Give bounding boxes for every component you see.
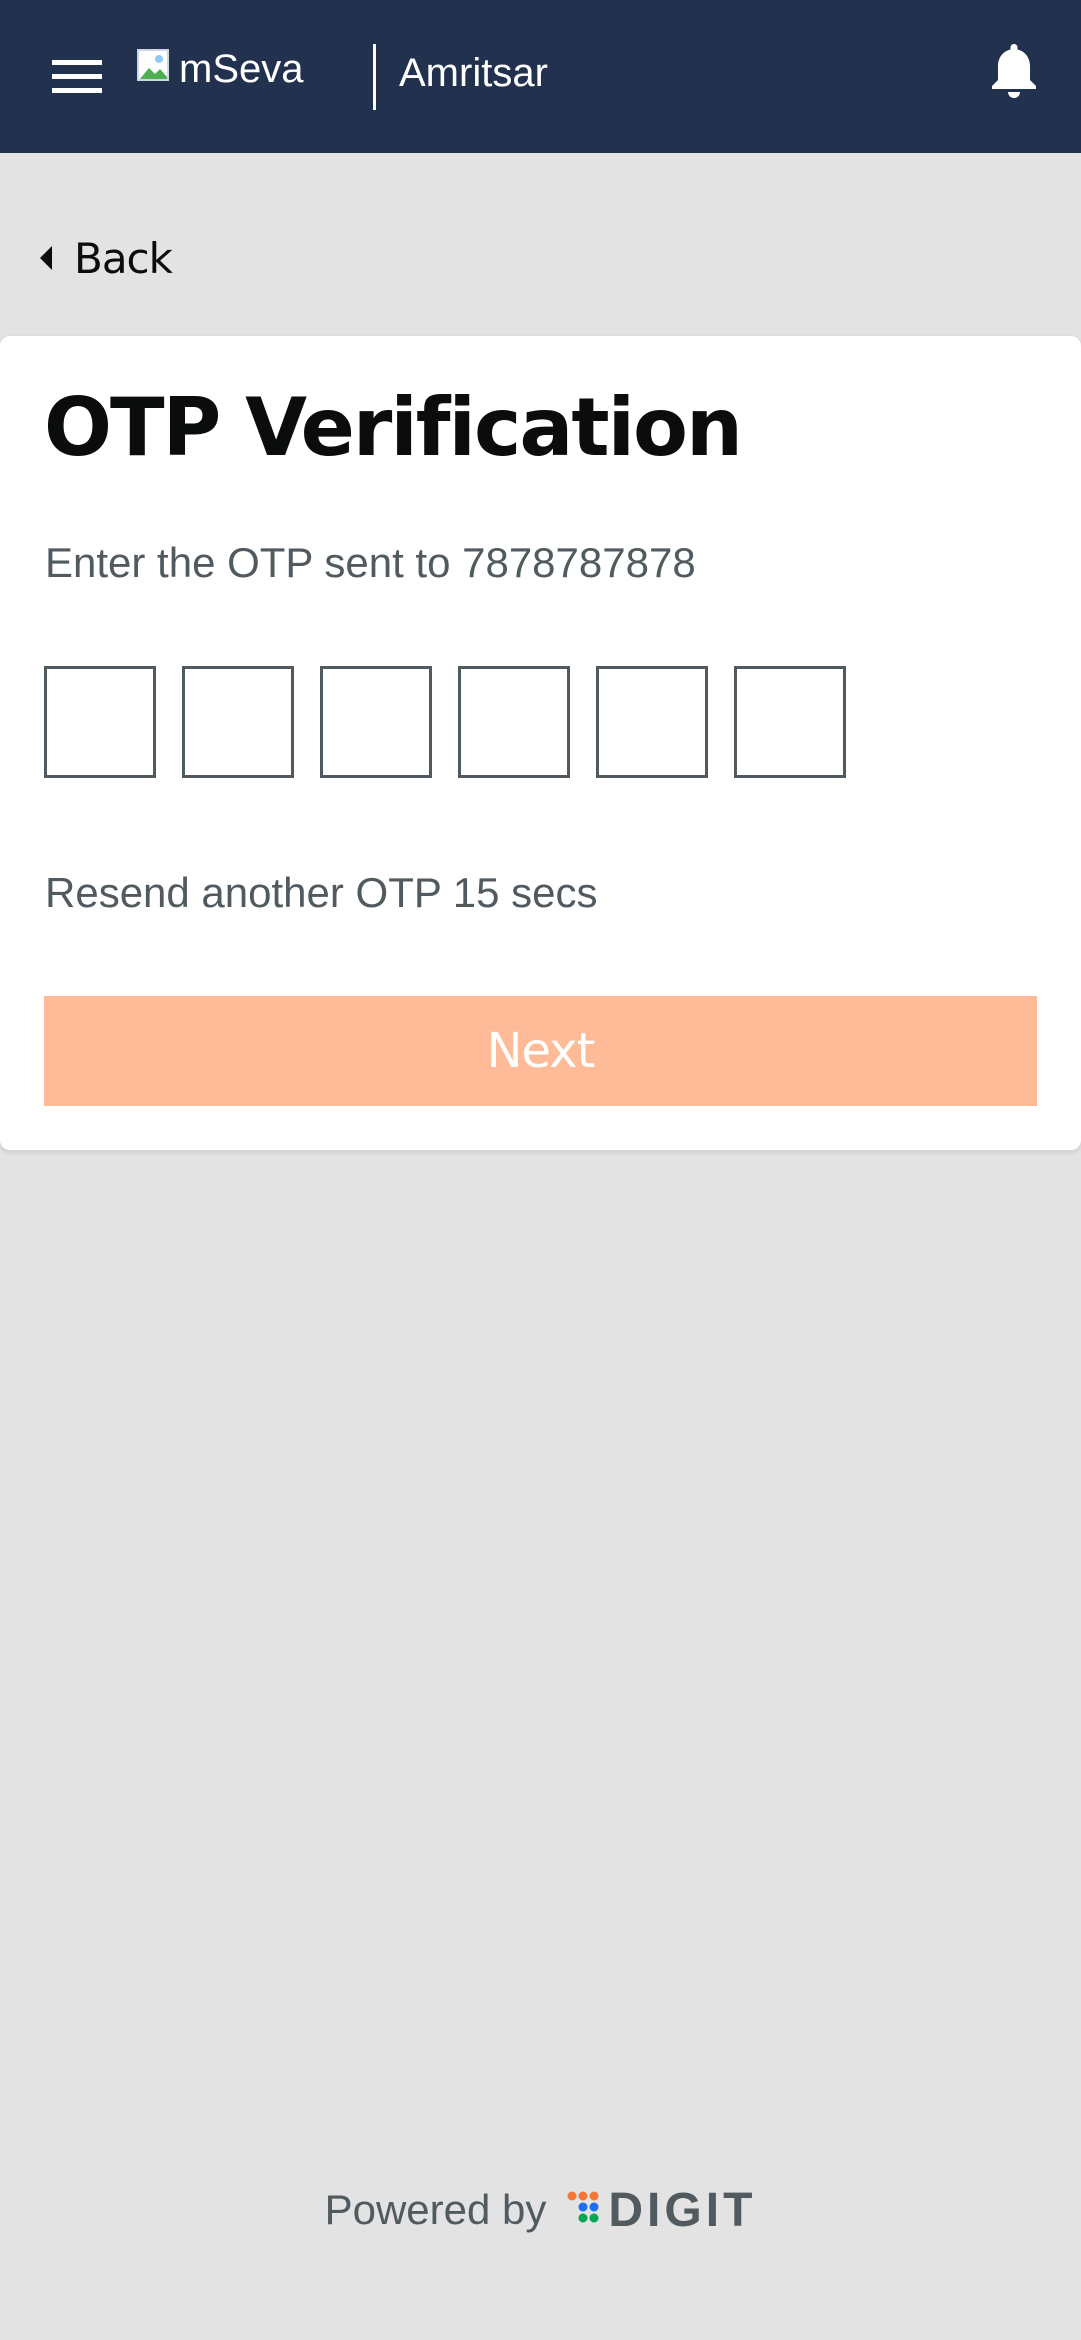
back-arrow-icon bbox=[40, 246, 52, 270]
otp-digit-input[interactable] bbox=[458, 666, 570, 778]
header-divider bbox=[373, 44, 376, 110]
next-button[interactable]: Next bbox=[44, 996, 1037, 1106]
otp-digit-input[interactable] bbox=[596, 666, 708, 778]
page-title: OTP Verification bbox=[44, 381, 743, 474]
back-label: Back bbox=[74, 233, 173, 283]
otp-digit-input[interactable] bbox=[44, 666, 156, 778]
otp-digit-input[interactable] bbox=[320, 666, 432, 778]
powered-by-label: Powered by bbox=[324, 2186, 547, 2233]
digit-brand-logo: DIGIT bbox=[608, 2183, 757, 2237]
otp-card: OTP Verification Enter the OTP sent to 7… bbox=[0, 336, 1081, 1150]
top-app-bar: mSeva Amritsar bbox=[0, 0, 1081, 153]
broken-image-icon bbox=[137, 49, 177, 89]
menu-icon[interactable] bbox=[52, 60, 102, 94]
app-logo: mSeva bbox=[137, 44, 304, 94]
digit-logo-icon bbox=[566, 2190, 600, 2230]
back-link[interactable]: Back bbox=[40, 230, 173, 286]
otp-input-group bbox=[44, 666, 846, 778]
city-label[interactable]: Amritsar bbox=[399, 50, 548, 96]
logo-alt-text: mSeva bbox=[179, 47, 304, 91]
notification-bell-icon[interactable] bbox=[989, 40, 1039, 102]
footer: Powered by DIGIT bbox=[0, 2180, 1081, 2240]
otp-digit-input[interactable] bbox=[734, 666, 846, 778]
otp-sent-hint: Enter the OTP sent to 7878787878 bbox=[45, 539, 696, 586]
resend-otp-timer: Resend another OTP 15 secs bbox=[45, 869, 598, 916]
otp-digit-input[interactable] bbox=[182, 666, 294, 778]
